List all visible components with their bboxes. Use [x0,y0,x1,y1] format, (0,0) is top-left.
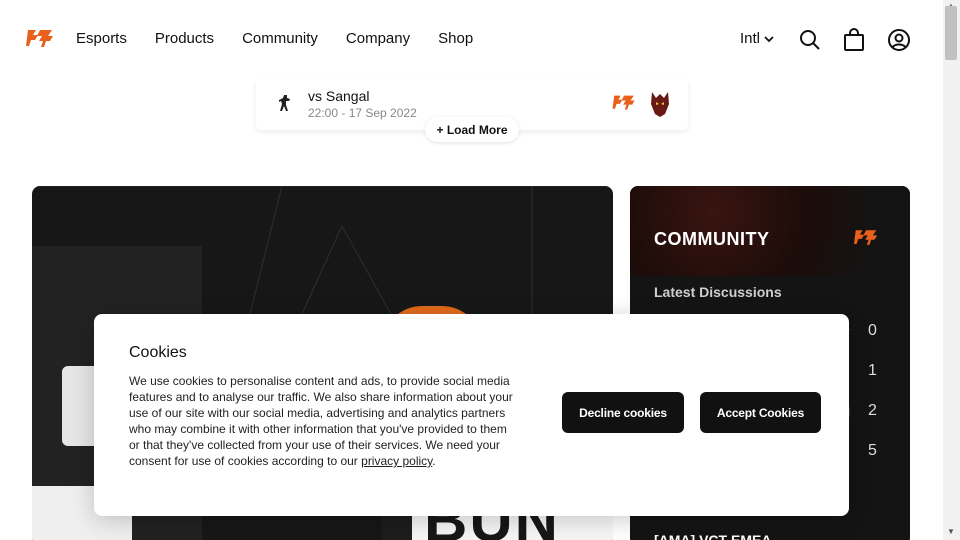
decline-cookies-button[interactable]: Decline cookies [562,392,684,433]
scroll-down-arrow-icon[interactable]: ▼ [947,527,955,536]
accept-cookies-button[interactable]: Accept Cookies [700,392,821,433]
bag-icon[interactable] [842,28,866,52]
cookie-description-end: . [432,454,436,468]
fnatic-team-icon [612,95,635,110]
search-icon[interactable] [798,28,822,52]
nav-community[interactable]: Community [242,30,318,47]
nav-esports[interactable]: Esports [76,30,127,47]
csgo-icon [279,95,290,111]
cookie-description: We use cookies to personalise content an… [129,373,519,469]
scroll-thumb[interactable] [945,6,957,60]
discussion-title[interactable]: [AMA] VCT EMEA [654,532,771,540]
latest-discussions-heading: Latest Discussions [654,284,782,300]
privacy-policy-link[interactable]: privacy policy [361,454,432,468]
sangal-team-icon [651,92,669,117]
discussion-count: 1 [868,362,877,379]
nav-company[interactable]: Company [346,30,410,47]
account-icon[interactable] [887,28,911,52]
match-time: 22:00 - 17 Sep 2022 [308,106,417,120]
scrollbar[interactable]: ▲ ▼ [943,0,960,540]
fnatic-logo-icon [854,230,878,245]
nav-products[interactable]: Products [155,30,214,47]
cookie-title: Cookies [129,344,187,361]
language-selector[interactable]: Intl [740,30,774,47]
discussion-count: 0 [868,322,877,339]
load-more-button[interactable]: + Load More [425,117,519,142]
cookie-consent-dialog: Cookies We use cookies to personalise co… [94,314,849,516]
top-nav: Esports Products Community Company Shop … [0,0,943,78]
language-label: Intl [740,30,761,47]
chevron-down-icon [764,35,774,42]
discussion-count: 5 [868,442,877,459]
match-opponent: vs Sangal [308,88,370,104]
discussion-count: 2 [868,402,877,419]
nav-shop[interactable]: Shop [438,30,473,47]
community-title: COMMUNITY [654,229,770,249]
cookie-description-text: We use cookies to personalise content an… [129,374,513,468]
fnatic-logo[interactable] [26,28,54,50]
